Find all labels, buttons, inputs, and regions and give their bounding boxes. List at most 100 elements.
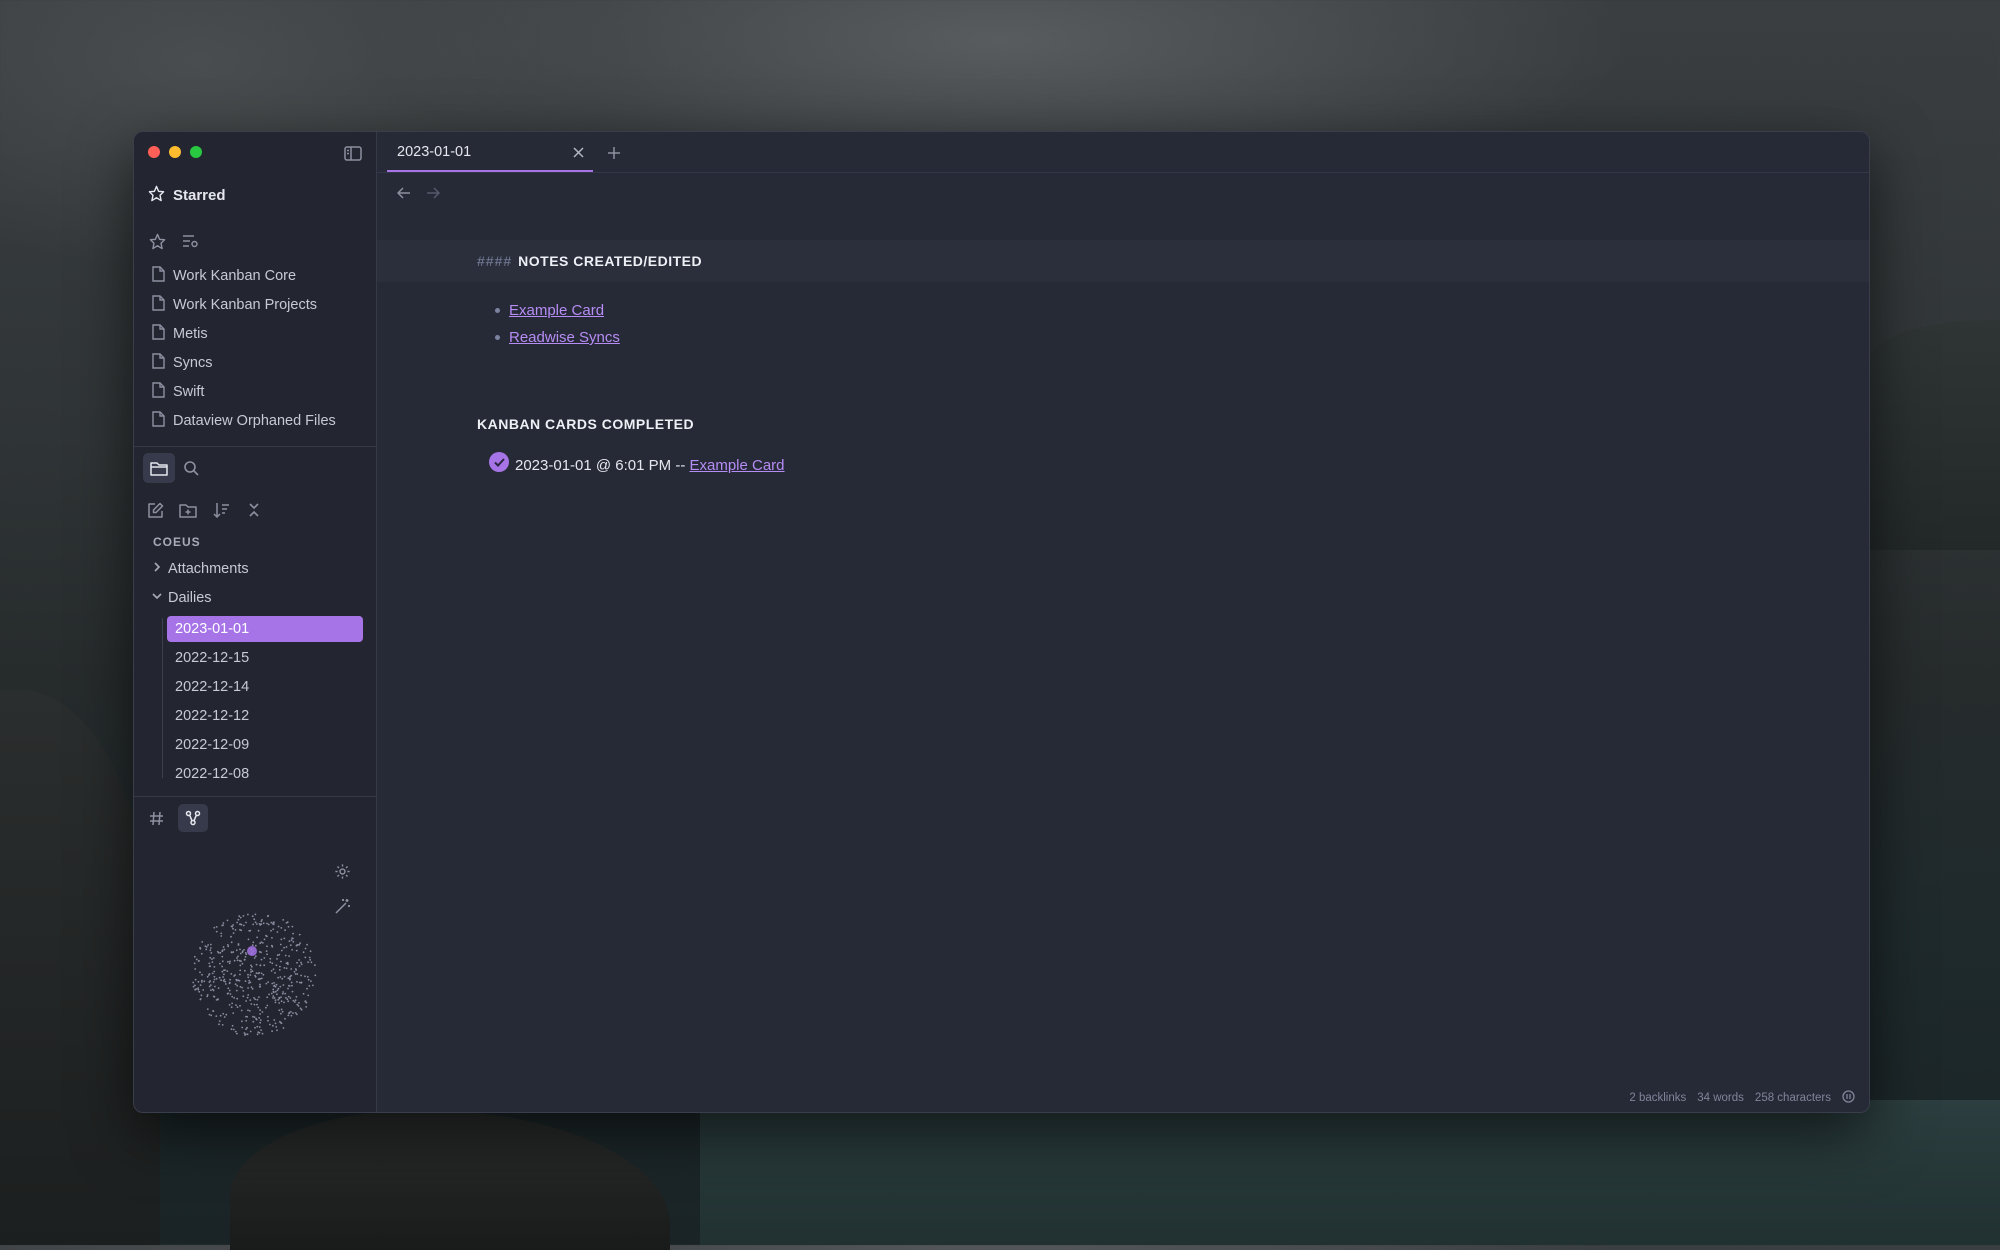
graph-node [279,985,282,988]
gear-icon[interactable] [330,859,354,883]
starred-item[interactable]: Swift [152,382,204,402]
graph-node [221,970,224,973]
new-note-icon[interactable] [143,498,167,522]
graph-node [195,988,198,990]
graph-node [249,999,252,1001]
graph-node [262,973,265,976]
internal-link[interactable]: Example Card [509,302,604,319]
graph-node [280,1012,282,1015]
starred-item[interactable]: Dataview Orphaned Files [152,411,336,431]
starred-item[interactable]: Work Kanban Core [152,266,296,286]
search-icon[interactable] [178,455,204,481]
graph-node [286,961,289,964]
folder-attachments[interactable]: Attachments [152,561,249,577]
starred-item[interactable]: Metis [152,324,208,344]
new-tab-icon[interactable] [604,143,624,163]
graph-node [232,927,234,930]
graph-node [258,971,261,974]
graph-node [239,948,241,951]
graph-node [266,945,268,948]
graph-node [279,965,281,968]
internal-link[interactable]: Example Card [689,457,784,474]
graph-node [229,960,231,963]
internal-link[interactable]: Readwise Syncs [509,329,620,346]
graph-node [278,953,281,956]
sort-icon[interactable] [209,498,233,522]
graph-node [227,960,229,963]
graph-node [283,967,286,969]
graph-node [247,1009,249,1012]
graph-icon[interactable] [178,804,208,832]
tab-2023-01-01[interactable]: 2023-01-01 [387,132,593,172]
sidebar-toggle-icon[interactable] [342,142,364,164]
graph-node [250,986,253,988]
file-2022-12-14[interactable]: 2022-12-14 [167,674,363,700]
starred-item[interactable]: Work Kanban Projects [152,295,317,315]
graph-node [224,969,226,971]
file-2023-01-01[interactable]: 2023-01-01 [167,616,363,642]
folder-icon[interactable] [143,453,175,483]
completed-card-row: 2023-01-01 @ 6:01 PM -- Example Card [489,452,785,475]
backlinks-count[interactable]: 2 backlinks [1629,1092,1686,1104]
starred-item[interactable]: Syncs [152,353,213,373]
graph-node [281,992,284,995]
graph-node [241,986,243,989]
file-2022-12-12[interactable]: 2022-12-12 [167,703,363,729]
graph-node [238,959,241,962]
graph-node [253,997,255,999]
graph-node [232,924,234,926]
graph-node [270,970,273,972]
minimize-window-button[interactable] [169,146,181,158]
graph-node [252,923,255,926]
graph-node [212,989,215,992]
new-folder-icon[interactable] [176,498,200,522]
graph-node [239,916,242,919]
collapse-all-icon[interactable] [242,498,266,522]
file-2022-12-15[interactable]: 2022-12-15 [167,645,363,671]
tree-indent-guide [162,618,163,778]
graph-node [257,1006,260,1009]
sync-status-icon[interactable] [1842,1090,1855,1106]
character-count: 258 characters [1754,1092,1831,1104]
graph-view[interactable] [190,910,318,1038]
graph-node [265,982,268,985]
close-window-button[interactable] [148,146,160,158]
graph-node [209,956,212,959]
folder-dailies[interactable]: Dailies [152,590,212,606]
graph-current-node[interactable] [247,946,257,956]
graph-node [205,948,208,951]
graph-node [266,1004,269,1007]
graph-node [219,951,222,954]
graph-node [206,975,209,978]
zoom-window-button[interactable] [190,146,202,158]
graph-node [236,997,239,1000]
close-tab-icon[interactable] [569,143,587,161]
hash-icon[interactable] [142,804,170,832]
magic-wand-icon[interactable] [330,894,354,918]
graph-node [246,1015,248,1018]
graph-node [259,964,262,966]
graph-node [223,1016,226,1018]
starred-header[interactable]: Starred [148,185,226,206]
check-circle-icon[interactable] [489,452,509,472]
star-outline-icon[interactable] [146,230,168,252]
graph-node [266,922,268,925]
graph-node [294,1012,297,1014]
list-settings-icon[interactable] [179,230,201,252]
heading-notes-created[interactable]: #### NOTES CREATED/EDITED [477,253,702,269]
graph-node [272,928,275,931]
graph-node [234,983,237,986]
forward-arrow-icon[interactable] [422,182,444,204]
graph-node [246,996,249,999]
graph-node [239,1004,241,1007]
graph-node [283,975,286,978]
graph-node [200,994,203,997]
file-2022-12-08[interactable]: 2022-12-08 [167,761,363,787]
heading-kanban-completed[interactable]: KANBAN CARDS COMPLETED [477,416,694,432]
graph-node [232,1012,235,1014]
graph-node [272,995,275,997]
graph-node [239,952,242,955]
file-2022-12-09[interactable]: 2022-12-09 [167,732,363,758]
graph-node [236,1006,239,1009]
back-arrow-icon[interactable] [393,182,415,204]
